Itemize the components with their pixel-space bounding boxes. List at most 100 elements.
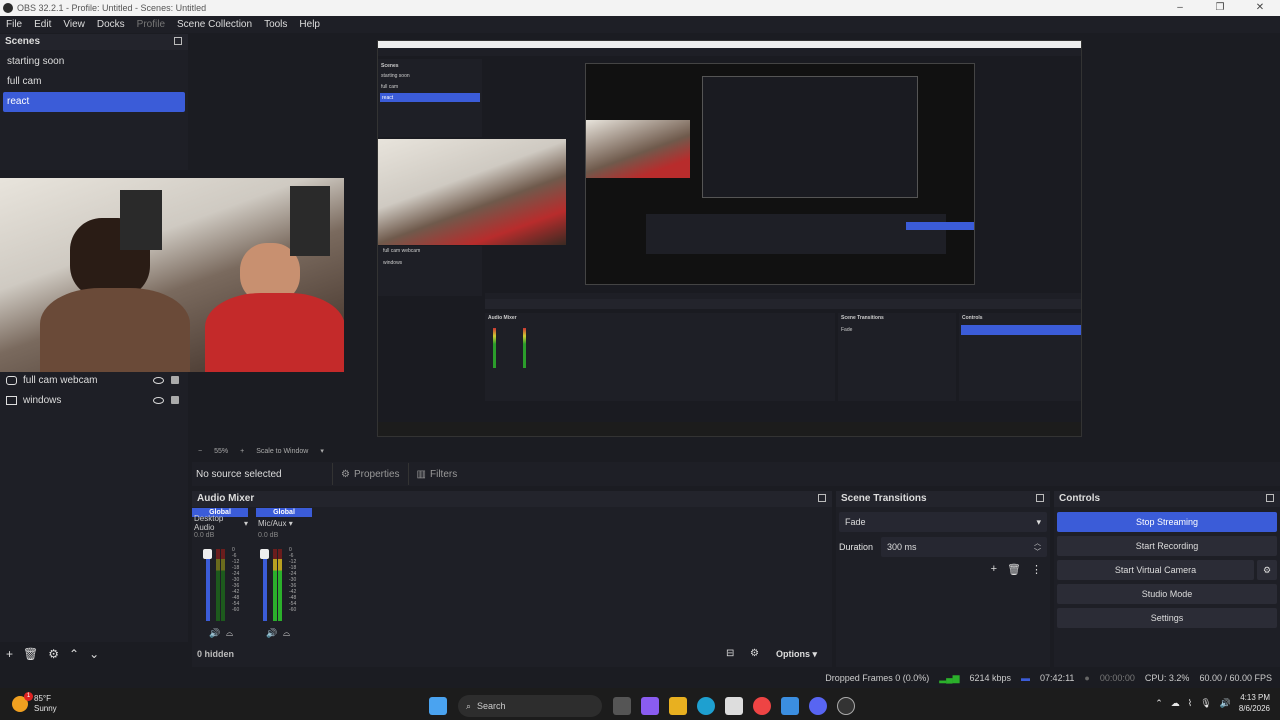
channel-name-desktop-audio[interactable]: Desktop Audio ▾ <box>192 514 248 532</box>
file-explorer-icon[interactable] <box>669 697 687 715</box>
clock[interactable]: 4:13 PM 8/6/2026 <box>1239 692 1270 714</box>
nested-deeper-docks <box>646 214 946 254</box>
stop-streaming-button[interactable]: Stop Streaming <box>1057 512 1277 532</box>
move-up-icon[interactable]: ⌃ <box>69 647 79 661</box>
advanced-audio-icon[interactable]: ⚙ <box>750 648 759 659</box>
level-meter-desktop-2 <box>221 549 225 621</box>
scene-item-full-cam[interactable]: full cam <box>3 72 185 92</box>
dock-float-icon[interactable] <box>1266 494 1274 502</box>
channel-name-mic-aux[interactable]: Mic/Aux ▾ <box>256 517 312 529</box>
meter-scale-mic: 0 -6 -12 -18 -24 -30 -36 -42 -48 -54 -60 <box>289 547 297 613</box>
virtual-camera-row: Start Virtual Camera ⚙ <box>1057 560 1277 580</box>
microphone-icon[interactable]: 🎙 <box>1200 698 1211 709</box>
person-1-body <box>40 288 190 372</box>
store-icon[interactable] <box>725 697 743 715</box>
source-item-windows[interactable]: windows <box>0 390 188 410</box>
sun-icon: 1 <box>12 692 33 712</box>
menu-profile[interactable]: Profile <box>131 19 171 30</box>
settings-button[interactable]: Settings <box>1057 608 1277 628</box>
visibility-eye-icon[interactable] <box>153 376 164 384</box>
add-source-icon[interactable]: + <box>6 647 13 661</box>
menu-edit[interactable]: Edit <box>28 19 57 30</box>
menu-tools[interactable]: Tools <box>258 19 293 30</box>
remove-transition-icon[interactable]: 🗑 <box>1007 563 1021 576</box>
stream-icon: ▬ <box>1021 673 1031 683</box>
wifi-icon[interactable]: ⌇ <box>1188 698 1192 709</box>
chrome-icon[interactable] <box>753 697 771 715</box>
controls-dock: Controls Stop Streaming Start Recording … <box>1054 491 1280 667</box>
dock-float-icon[interactable] <box>1036 494 1044 502</box>
fader-handle-desktop[interactable] <box>203 549 212 559</box>
hidden-count[interactable]: 0 hidden <box>197 649 234 659</box>
dock-float-icon[interactable] <box>818 494 826 502</box>
menu-scene-collection[interactable]: Scene Collection <box>171 19 258 30</box>
headphones-icon[interactable]: ⌓ <box>226 628 233 639</box>
webcam-source-overlay[interactable] <box>0 178 344 372</box>
lock-icon[interactable] <box>171 396 179 404</box>
copilot-icon[interactable] <box>641 697 659 715</box>
more-options-icon[interactable]: ⋮ <box>1031 563 1042 576</box>
edge-icon[interactable] <box>697 697 715 715</box>
preview-scale-bar: − 55% + Scale to Window ▾ <box>192 444 832 458</box>
maximize-button[interactable]: ❐ <box>1200 0 1240 16</box>
studio-mode-button[interactable]: Studio Mode <box>1057 584 1277 604</box>
dock-float-icon[interactable] <box>174 37 182 45</box>
weather-widget[interactable]: 1 85°F Sunny <box>12 692 132 714</box>
discord-icon[interactable] <box>809 697 827 715</box>
close-button[interactable]: ✕ <box>1240 0 1280 16</box>
photos-icon[interactable] <box>781 697 799 715</box>
nested-scenes-title: Scenes <box>381 63 399 69</box>
headphones-icon[interactable]: ⌓ <box>283 628 290 639</box>
filters-button[interactable]: ▥ Filters <box>407 463 466 485</box>
spin-down-icon[interactable]: ﹀ <box>1034 543 1041 563</box>
channel-name-label: Desktop Audio <box>194 514 224 532</box>
zoom-in-icon[interactable]: + <box>240 448 244 455</box>
nested-source-toolbar <box>485 299 1081 309</box>
taskbar-search[interactable]: ⌕ Search <box>458 695 602 717</box>
scene-item-react[interactable]: react <box>3 92 185 112</box>
chevron-down-icon[interactable]: ▾ <box>320 447 324 455</box>
nested-controls: Controls <box>959 313 1081 401</box>
scene-item-starting-soon[interactable]: starting soon <box>3 52 185 72</box>
volume-icon[interactable]: 🔊 <box>1220 698 1231 709</box>
tray-chevron-up-icon[interactable]: ⌃ <box>1155 698 1163 709</box>
task-view-icon[interactable] <box>613 697 631 715</box>
tray-app-icon[interactable]: ☁ <box>1171 698 1180 709</box>
start-virtual-camera-button[interactable]: Start Virtual Camera <box>1057 560 1254 580</box>
start-recording-button[interactable]: Start Recording <box>1057 536 1277 556</box>
move-down-icon[interactable]: ⌄ <box>89 647 99 661</box>
transition-type-select[interactable]: Fade ▾ <box>839 512 1047 532</box>
windows-start-icon[interactable] <box>429 697 447 715</box>
remove-source-icon[interactable]: 🗑 <box>23 647 38 661</box>
visibility-eye-icon[interactable] <box>153 396 164 404</box>
zoom-out-icon[interactable]: − <box>198 448 202 455</box>
nested-scene-2: full cam <box>381 84 399 90</box>
menu-view[interactable]: View <box>57 19 91 30</box>
menu-help[interactable]: Help <box>293 19 326 30</box>
fader-handle-mic[interactable] <box>260 549 269 559</box>
mixer-options-button[interactable]: Options ▾ <box>776 649 817 660</box>
transition-type-label: Fade <box>845 517 866 527</box>
source-settings-icon[interactable]: ⚙ <box>48 647 59 661</box>
clock-date: 8/6/2026 <box>1238 704 1270 713</box>
menu-file[interactable]: File <box>0 19 28 30</box>
nested-sources-dock: full cam webcam windows <box>378 246 482 296</box>
speaker-icon[interactable]: 🔊 <box>209 628 220 639</box>
channel-name-label: Mic/Aux <box>258 518 287 528</box>
obs-taskbar-icon[interactable] <box>837 697 855 715</box>
scenes-dock: Scenes starting soon full cam react <box>0 34 188 170</box>
scale-mode-select[interactable]: Scale to Window <box>256 448 308 455</box>
speaker-icon[interactable]: 🔊 <box>266 628 277 639</box>
channel-db: 0.0 dB <box>194 532 215 539</box>
gear-icon[interactable]: ⚙ <box>1257 560 1277 580</box>
duration-input[interactable]: 300 ms ︿ ﹀ <box>881 537 1047 557</box>
properties-button[interactable]: ⚙ Properties <box>332 463 408 485</box>
minimize-button[interactable]: – <box>1160 0 1200 16</box>
volume-fader-desktop[interactable] <box>206 549 210 621</box>
layout-icon[interactable]: ⊟ <box>726 648 734 659</box>
add-transition-icon[interactable]: + <box>991 563 997 576</box>
lock-icon[interactable] <box>171 376 179 384</box>
menu-docks[interactable]: Docks <box>91 19 131 30</box>
source-item-full-cam-webcam[interactable]: full cam webcam <box>0 370 188 390</box>
volume-fader-mic[interactable] <box>263 549 267 621</box>
